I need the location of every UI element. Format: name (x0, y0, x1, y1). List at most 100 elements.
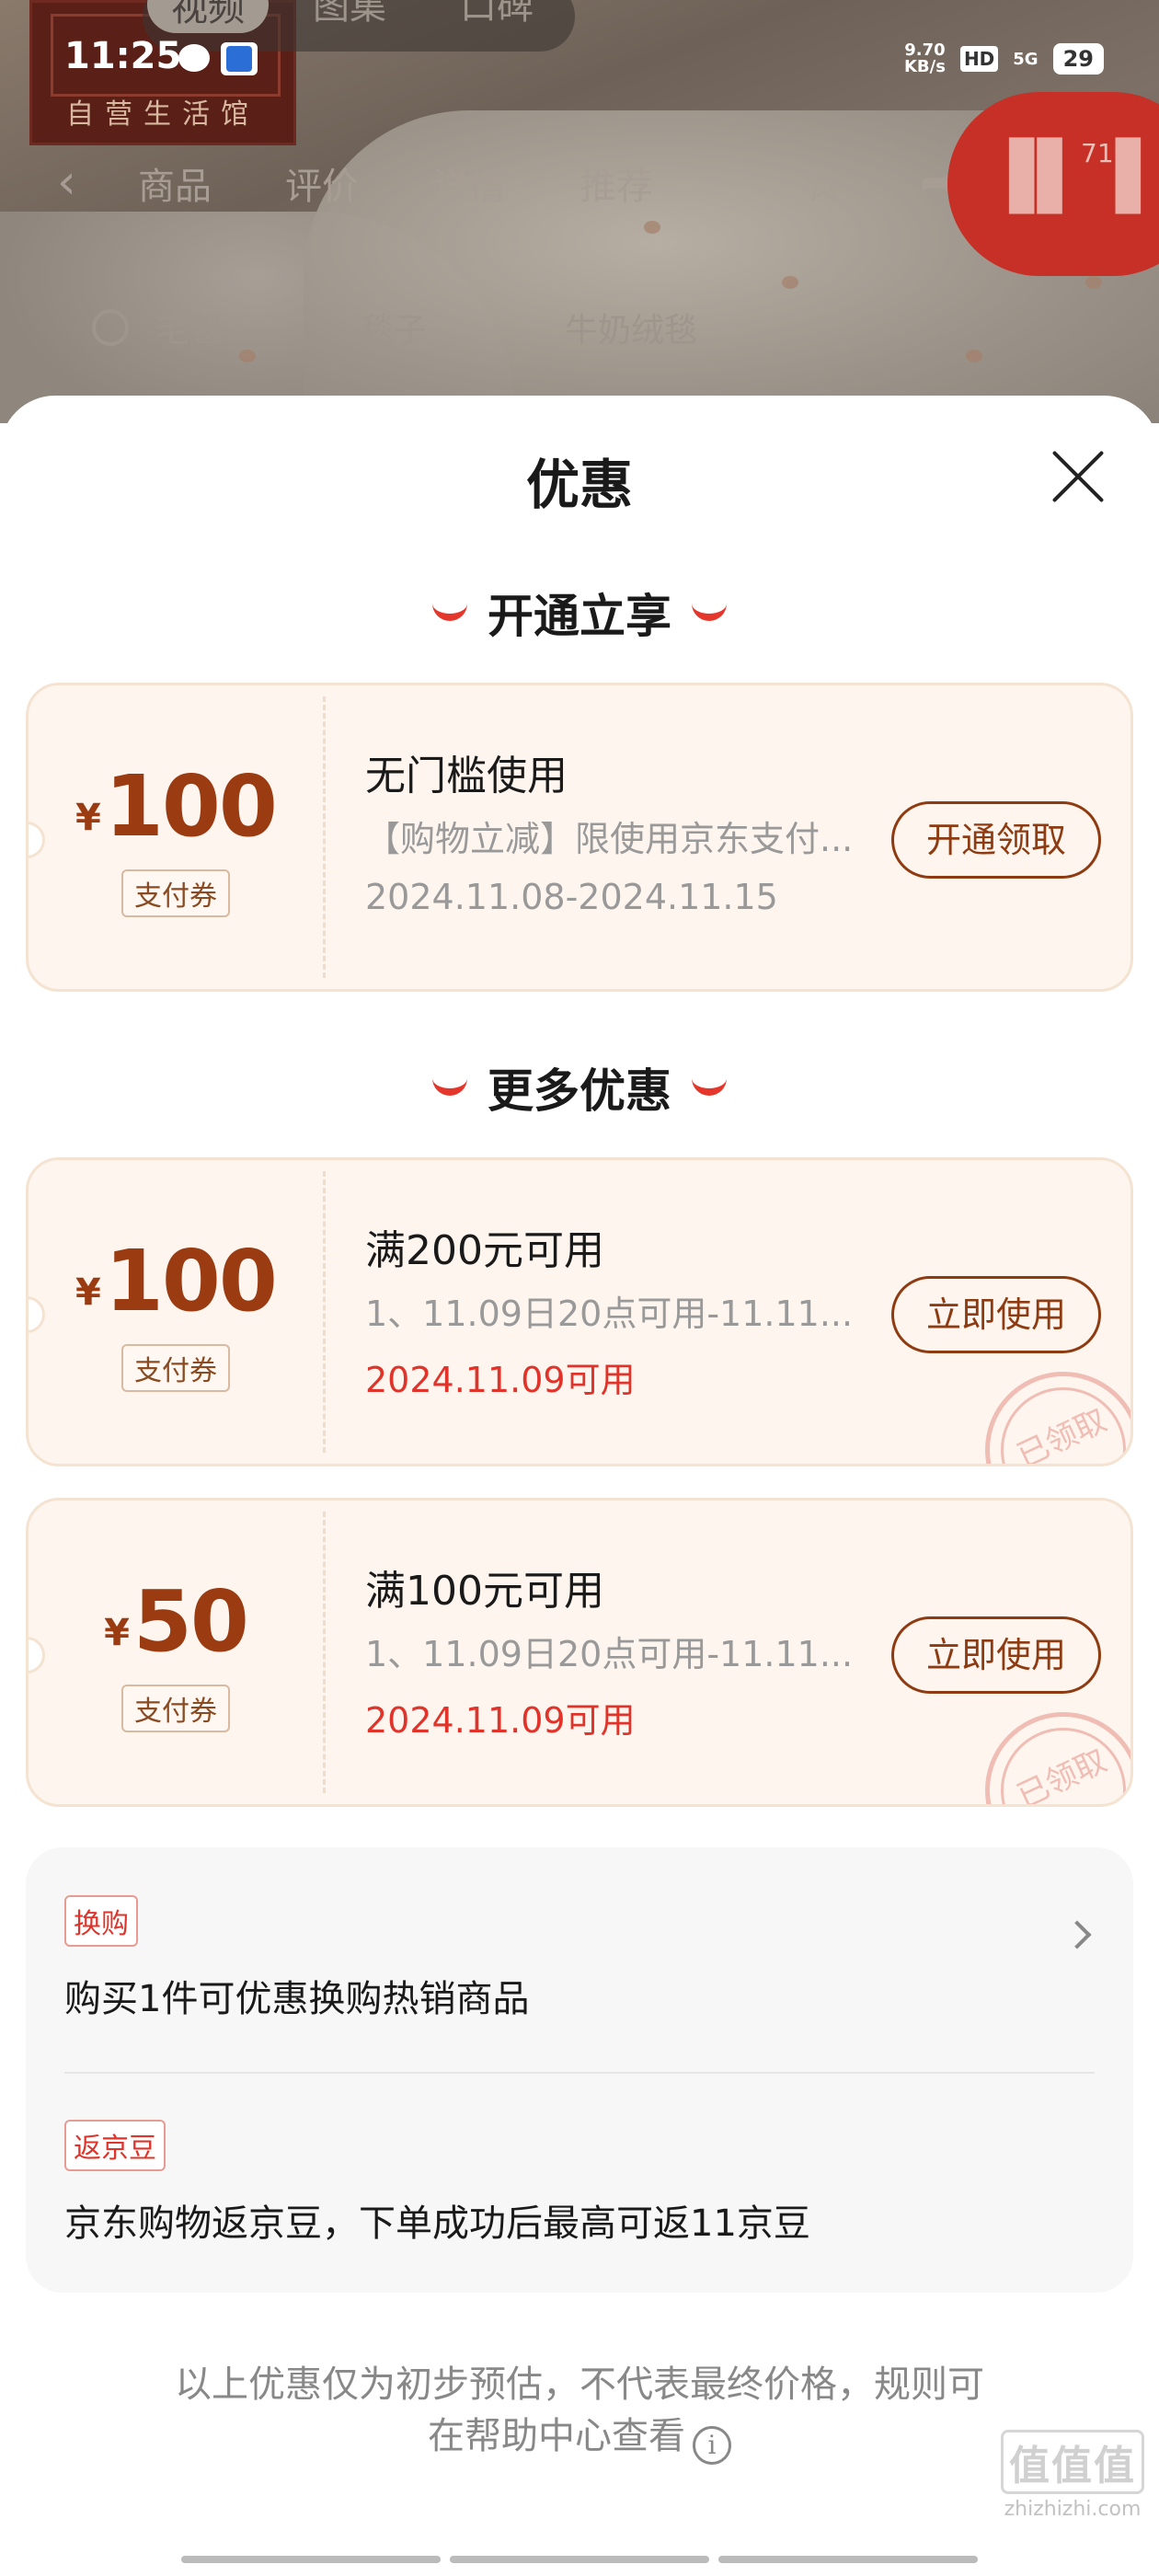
nav-tab-product[interactable]: 商品 (138, 156, 212, 210)
section-heading-text: 更多优惠 (488, 1064, 671, 1118)
signal-icon: 5G (1013, 49, 1039, 69)
net-speed: 9.70 KB/s (904, 42, 946, 75)
disclaimer-line2-text: 在帮助中心查看 (428, 2415, 685, 2457)
coupon-date: 2024.11.08-2024.11.15 (365, 877, 778, 917)
home-indicator (0, 2556, 1159, 2563)
section-heading-more-offers: 更多优惠 (0, 1054, 1159, 1121)
coupon-type-label: 支付券 (121, 1344, 230, 1392)
open-claim-button[interactable]: 开通领取 (891, 801, 1101, 879)
coupon-description: 1、11.09日20点可用-11.11... (365, 1634, 854, 1674)
watermark: 值值值 zhizhizhi.com (1001, 2430, 1144, 2521)
home-indicator-segment (181, 2556, 441, 2563)
media-tab-reviews[interactable]: 口碑 (460, 0, 534, 29)
search-chip[interactable]: 毛毯 (156, 304, 223, 351)
smile-decoration-icon (432, 601, 467, 621)
media-tabs: 视频 图集 口碑 (143, 0, 575, 52)
blanket-pattern-dot (644, 221, 660, 234)
blanket-pattern-dot (966, 350, 982, 362)
status-icons: 9.70 KB/s HD 5G 29 (904, 42, 1104, 75)
smile-decoration-icon (432, 1075, 467, 1096)
coupon-title: 无门槛使用 (365, 753, 568, 799)
beans-tag: 返京豆 (64, 2120, 166, 2171)
coupon-date: 2024.11.09可用 (365, 1360, 636, 1400)
disclaimer: 以上优惠仅为初步预估，不代表最终价格，规则可 在帮助中心查看 i (138, 2359, 1021, 2465)
status-time: 11:25 (64, 35, 182, 77)
exchange-row[interactable]: 换购 购买1件可优惠换购热销商品 (64, 1895, 1095, 2022)
product-nav-tabs: 商品 评价 详情 推荐 (138, 156, 653, 210)
search-chips: 毛毯 毯子 牛奶绒毯 (156, 304, 697, 351)
home-indicator-segment (718, 2556, 978, 2563)
nav-tab-details[interactable]: 详情 (432, 156, 506, 210)
home-indicator-segment (450, 2556, 709, 2563)
search-chip[interactable]: 毯子 (361, 304, 427, 351)
coupon-value: 50 (132, 1572, 249, 1671)
sheet-title: 优惠 (525, 454, 633, 516)
smile-decoration-icon (692, 1075, 727, 1096)
beans-row: 返京豆 京东购物返京豆，下单成功后最高可返11京豆 (64, 2120, 1095, 2247)
wechat-icon (178, 44, 210, 72)
claimed-stamp-text: 已领取 (1011, 1401, 1113, 1466)
use-now-button[interactable]: 立即使用 (891, 1276, 1101, 1353)
watermark-logo: 值值值 (1001, 2430, 1144, 2494)
divider (64, 2072, 1095, 2074)
nav-tab-recommend[interactable]: 推荐 (580, 156, 653, 210)
app-notification-icon (221, 42, 258, 75)
coupon-type: 支付券 (29, 1685, 323, 1732)
battery-icon: 29 (1052, 43, 1104, 75)
use-now-button[interactable]: 立即使用 (891, 1616, 1101, 1694)
hd-icon: HD (959, 46, 999, 72)
currency-symbol: ¥ (104, 1612, 130, 1654)
blanket-pattern-dot (782, 276, 798, 289)
coupon-date: 2024.11.09可用 (365, 1700, 636, 1741)
blanket-pattern-dot (239, 350, 256, 362)
coupon-divider (323, 1512, 326, 1793)
coupon-amount: ¥50 (29, 1572, 323, 1671)
favorite-star-icon[interactable]: ☆ (800, 155, 846, 214)
media-tab-video[interactable]: 视频 (147, 0, 269, 33)
coupon-type: 支付券 (29, 869, 323, 917)
store-name: 自营生活馆 (66, 98, 259, 131)
net-speed-unit: KB/s (903, 57, 946, 76)
coupon-card: ¥100 支付券 满200元可用 1、11.09日20点可用-11.11... … (26, 1157, 1133, 1466)
search-chip[interactable]: 牛奶绒毯 (565, 304, 697, 351)
disclaimer-line2: 在帮助中心查看 i (138, 2410, 1021, 2465)
offers-sheet: 优惠 开通立享 ¥100 支付券 无门槛使用 【购物立减】限使用京东支付... … (0, 396, 1159, 2576)
disclaimer-line1: 以上优惠仅为初步预估，不代表最终价格，规则可 (175, 2363, 984, 2406)
coupon-type-label: 支付券 (121, 869, 230, 917)
coupon-type: 支付券 (29, 1344, 323, 1392)
info-icon[interactable]: i (693, 2426, 731, 2465)
background-product-page: 自营生活馆 视频 图集 口碑 11:25 9.70 KB/s HD 5G 29 … (0, 0, 1159, 423)
coupon-divider (323, 696, 326, 978)
currency-symbol: ¥ (75, 797, 101, 839)
extra-benefits-box: 换购 购买1件可优惠换购热销商品 返京豆 京东购物返京豆，下单成功后最高可返11… (26, 1847, 1133, 2293)
coupon-amount: ¥100 (29, 1232, 323, 1330)
claimed-stamp: 已领取 (959, 1346, 1130, 1466)
search-icon (92, 309, 129, 346)
nav-tab-reviews[interactable]: 评价 (285, 156, 359, 210)
section-heading-open-enjoy: 开通立享 (0, 580, 1159, 646)
exchange-text: 购买1件可优惠换购热销商品 (64, 1978, 530, 2020)
coupon-card: ¥50 支付券 满100元可用 1、11.09日20点可用-11.11... 2… (26, 1498, 1133, 1807)
coupon-title: 满100元可用 (365, 1568, 604, 1615)
section-heading-text: 开通立享 (488, 590, 671, 643)
media-tab-gallery[interactable]: 图集 (313, 0, 386, 29)
coupon-type-label: 支付券 (121, 1685, 230, 1732)
coupon-card: ¥100 支付券 无门槛使用 【购物立减】限使用京东支付... 2024.11.… (26, 683, 1133, 992)
coupon-title: 满200元可用 (365, 1227, 604, 1274)
coupon-description: 【购物立减】限使用京东支付... (365, 819, 854, 859)
beans-text: 京东购物返京豆，下单成功后最高可返11京豆 (64, 2202, 810, 2245)
watermark-url: zhizhizhi.com (1004, 2498, 1142, 2521)
back-arrow-icon[interactable]: ‹ (57, 155, 76, 210)
smile-decoration-icon (692, 601, 727, 621)
claimed-stamp: 已领取 (959, 1686, 1130, 1807)
currency-symbol: ¥ (75, 1271, 101, 1314)
exchange-tag: 换购 (64, 1895, 138, 1947)
coupon-value: 100 (104, 1232, 278, 1330)
claimed-stamp-text: 已领取 (1011, 1742, 1113, 1807)
cart-count-badge: 71 (1081, 138, 1114, 168)
close-icon[interactable] (1049, 447, 1107, 506)
brand-logo-icon: ▐▌▐ (984, 138, 1144, 213)
coupon-value: 100 (104, 757, 278, 856)
coupon-divider (323, 1171, 326, 1453)
coupon-description: 1、11.09日20点可用-11.11... (365, 1294, 854, 1334)
